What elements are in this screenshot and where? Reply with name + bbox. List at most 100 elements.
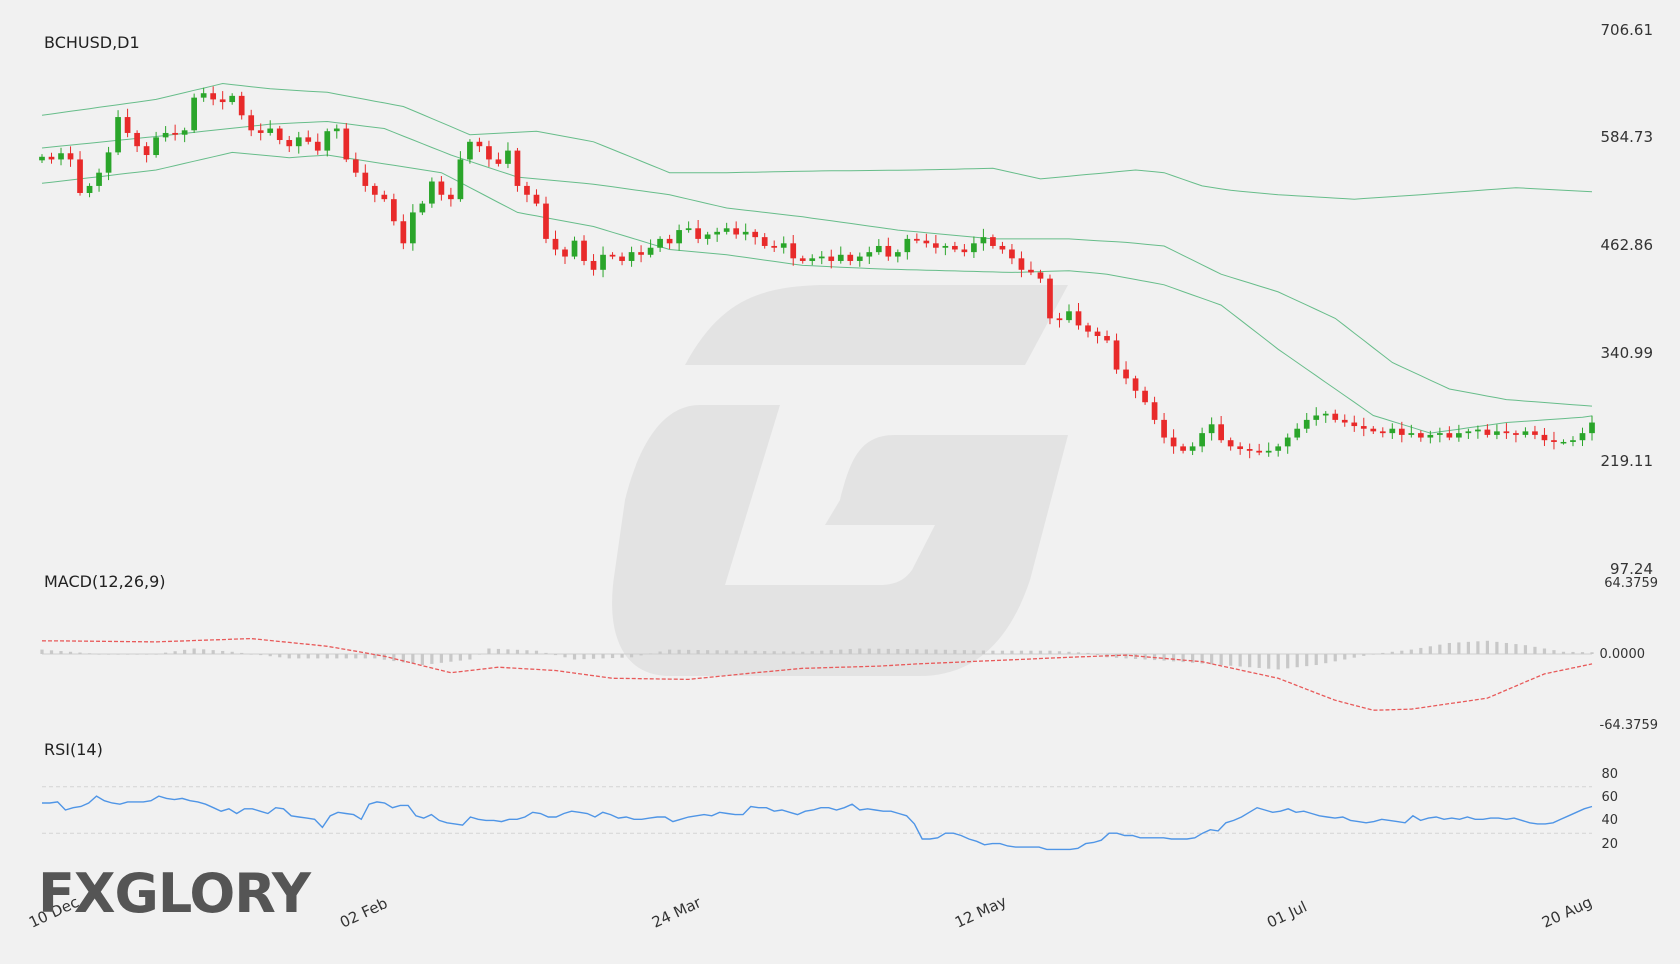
price-tick: 706.61 xyxy=(1601,21,1654,39)
candle-body xyxy=(942,245,949,248)
candle-body xyxy=(704,234,711,239)
candle-body xyxy=(933,243,939,248)
candle-body xyxy=(1370,428,1377,432)
chart-stage: BCHUSD,D1 MACD(12,26,9) RSI(14) 706.61 5… xyxy=(0,0,1680,960)
macd-histogram-bar xyxy=(468,654,472,660)
candle-body xyxy=(1513,433,1519,435)
candle-body xyxy=(219,99,226,103)
macd-histogram-bar xyxy=(1371,654,1375,655)
candle-body xyxy=(381,194,388,200)
candle-body xyxy=(1484,429,1491,435)
macd-histogram-bar xyxy=(1523,645,1528,654)
candle-body xyxy=(1475,429,1481,432)
candle-body xyxy=(86,185,93,193)
candle-body xyxy=(1589,422,1595,434)
candle-body xyxy=(1379,431,1386,434)
macd-histogram-bar xyxy=(943,649,947,654)
candle-body xyxy=(505,150,511,164)
candle-body xyxy=(866,252,873,257)
macd-histogram-bar xyxy=(1457,642,1461,654)
candle-body xyxy=(134,132,140,147)
macd-histogram-bar xyxy=(791,651,795,654)
macd-histogram-bar xyxy=(259,654,263,656)
candle-body xyxy=(790,243,797,259)
candle-body xyxy=(181,130,188,135)
rsi-line xyxy=(42,795,1593,851)
candle-body xyxy=(1218,424,1224,441)
rsi-tick: 60 xyxy=(1601,790,1618,805)
candle-body xyxy=(58,153,64,160)
candle-body xyxy=(172,132,178,135)
candle-body xyxy=(267,128,274,133)
candle-body xyxy=(1085,325,1091,332)
macd-histogram-bar xyxy=(411,654,415,664)
rsi-axis: 80 60 40 20 xyxy=(1601,767,1618,852)
candle-body xyxy=(1303,419,1310,429)
candle-body xyxy=(238,95,245,116)
macd-histogram-bar xyxy=(658,651,662,654)
candle-body xyxy=(913,238,920,241)
candle-body xyxy=(1313,415,1320,420)
candle-body xyxy=(543,203,549,239)
candle-body xyxy=(990,237,996,246)
macd-histogram-bar xyxy=(591,654,596,659)
macd-histogram-bar xyxy=(354,654,358,659)
macd-histogram-bar xyxy=(677,649,681,654)
candle-body xyxy=(1265,450,1272,453)
macd-histogram-bar xyxy=(1067,651,1071,654)
candle-body xyxy=(276,128,283,141)
macd-histogram-bar xyxy=(839,649,843,654)
candle-body xyxy=(48,156,55,160)
macd-histogram-bar xyxy=(629,654,634,658)
macd-histogram-bar xyxy=(1324,654,1328,664)
rsi-panel-title: RSI(14) xyxy=(44,740,103,759)
candle-body xyxy=(828,256,835,261)
candlesticks xyxy=(39,86,1595,459)
candle-body xyxy=(1351,422,1358,427)
candle-body xyxy=(733,228,740,235)
candle-body xyxy=(362,172,369,186)
candle-body xyxy=(952,245,958,250)
candle-body xyxy=(780,243,787,248)
macd-histogram-bar xyxy=(772,651,776,654)
candle-body xyxy=(1132,378,1139,391)
candle-body xyxy=(638,252,644,255)
candle-body xyxy=(67,153,74,160)
macd-histogram-bar xyxy=(801,651,805,654)
macd-histogram-bar xyxy=(1305,654,1309,667)
candle-body xyxy=(305,137,312,142)
candle-body xyxy=(486,146,492,160)
candle-body xyxy=(742,231,749,235)
macd-histogram-bar xyxy=(240,652,244,654)
candle-body xyxy=(1170,437,1177,447)
date-tick: 12 May xyxy=(952,892,1009,932)
macd-histogram-bar xyxy=(1238,654,1242,667)
macd-tick: -64.3759 xyxy=(1600,718,1658,733)
candle-body xyxy=(609,254,616,257)
macd-histogram-bar xyxy=(1409,649,1413,654)
candle-body xyxy=(1275,446,1282,451)
candle-body xyxy=(1570,440,1576,442)
macd-histogram-bar xyxy=(1219,654,1223,666)
candle-body xyxy=(752,231,759,238)
macd-histogram-bar xyxy=(1057,651,1062,654)
candle-body xyxy=(476,141,483,147)
candle-body xyxy=(324,131,331,151)
candle-body xyxy=(1151,402,1158,420)
candle-body xyxy=(1551,440,1557,442)
macd-histogram-bar xyxy=(1171,654,1176,662)
macd-histogram-bar xyxy=(430,654,434,664)
candle-body xyxy=(1018,258,1025,270)
macd-histogram-bar xyxy=(981,650,986,654)
candle-body xyxy=(314,141,321,151)
candle-body xyxy=(286,140,293,147)
macd-histogram-bar xyxy=(1333,654,1337,662)
macd-histogram-bar xyxy=(1381,652,1385,654)
macd-histogram-bar xyxy=(1038,650,1043,654)
macd-histogram-bar xyxy=(572,654,577,660)
candle-body xyxy=(96,172,102,186)
macd-histogram-bar xyxy=(496,648,501,654)
macd-histogram-bar xyxy=(87,653,92,654)
candle-body xyxy=(39,156,45,161)
candle-body xyxy=(837,254,844,261)
